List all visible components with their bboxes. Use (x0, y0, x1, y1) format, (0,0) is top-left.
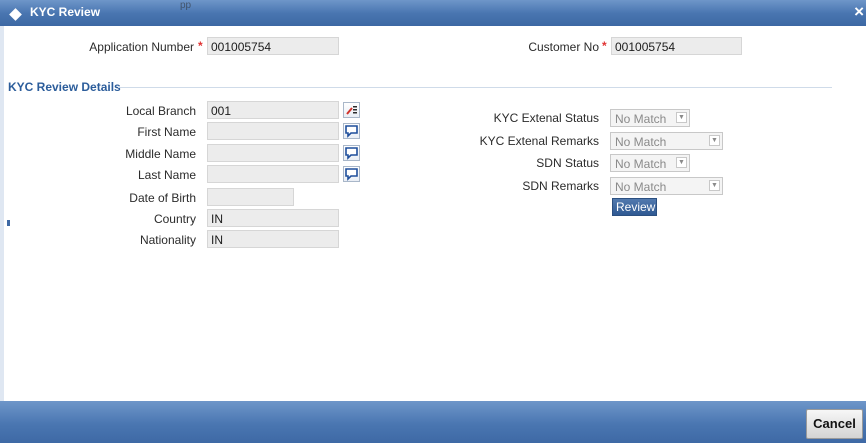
nationality-label: Nationality (139, 233, 196, 247)
kyc-external-status-value: No Match (615, 112, 667, 126)
sdn-status-value: No Match (615, 157, 667, 171)
country-field[interactable]: IN (207, 209, 339, 227)
sdn-status-select[interactable]: No Match ▼ (610, 154, 690, 172)
sdn-status-label: SDN Status (536, 156, 599, 170)
local-branch-field[interactable]: 001 (207, 101, 339, 119)
middle-name-field[interactable] (207, 144, 339, 162)
splitter-handle (7, 220, 10, 226)
application-number-label: Application Number (89, 40, 194, 54)
speech-bubble-icon[interactable] (343, 123, 360, 139)
last-name-label: Last Name (137, 168, 196, 182)
date-of-birth-label: Date of Birth (129, 191, 196, 205)
last-name-field[interactable] (207, 165, 339, 183)
kyc-external-remarks-select[interactable]: No Match ▼ (610, 132, 723, 150)
nationality-field[interactable]: IN (207, 230, 339, 248)
cancel-button[interactable]: Cancel (806, 409, 863, 439)
required-mark: * (602, 39, 607, 53)
date-of-birth-field[interactable] (207, 188, 294, 206)
chevron-down-icon: ▼ (709, 180, 720, 191)
kyc-external-remarks-label: KYC Extenal Remarks (479, 134, 599, 148)
required-mark: * (198, 39, 203, 53)
section-divider (118, 87, 832, 88)
country-label: Country (153, 212, 196, 226)
first-name-field[interactable] (207, 122, 339, 140)
background-text: pp (180, 0, 192, 11)
list-lookup-icon[interactable] (343, 102, 360, 118)
first-name-label: First Name (137, 125, 196, 139)
section-title: KYC Review Details (8, 80, 121, 94)
diamond-icon (9, 8, 22, 21)
customer-no-label: Customer No (528, 40, 599, 54)
kyc-external-remarks-value: No Match (615, 135, 667, 149)
review-button[interactable]: Review (612, 198, 657, 216)
kyc-external-status-label: KYC Extenal Status (493, 111, 599, 125)
chevron-down-icon: ▼ (709, 135, 720, 146)
sdn-remarks-label: SDN Remarks (522, 179, 599, 193)
local-branch-label: Local Branch (125, 104, 196, 118)
speech-bubble-icon[interactable] (343, 145, 360, 161)
speech-bubble-icon[interactable] (343, 166, 360, 182)
sdn-remarks-select[interactable]: No Match ▼ (610, 177, 723, 195)
title-bar: KYC Review pp × (0, 0, 866, 26)
application-number-field[interactable]: 001005754 (207, 37, 339, 55)
sdn-remarks-value: No Match (615, 180, 667, 194)
kyc-external-status-select[interactable]: No Match ▼ (610, 109, 690, 127)
middle-name-label: Middle Name (125, 147, 196, 161)
chevron-down-icon: ▼ (676, 112, 687, 123)
window-title: KYC Review (30, 5, 101, 19)
customer-no-field[interactable]: 001005754 (611, 37, 742, 55)
close-icon[interactable]: × (854, 2, 864, 22)
chevron-down-icon: ▼ (676, 157, 687, 168)
footer-bar: Cancel (0, 401, 866, 443)
